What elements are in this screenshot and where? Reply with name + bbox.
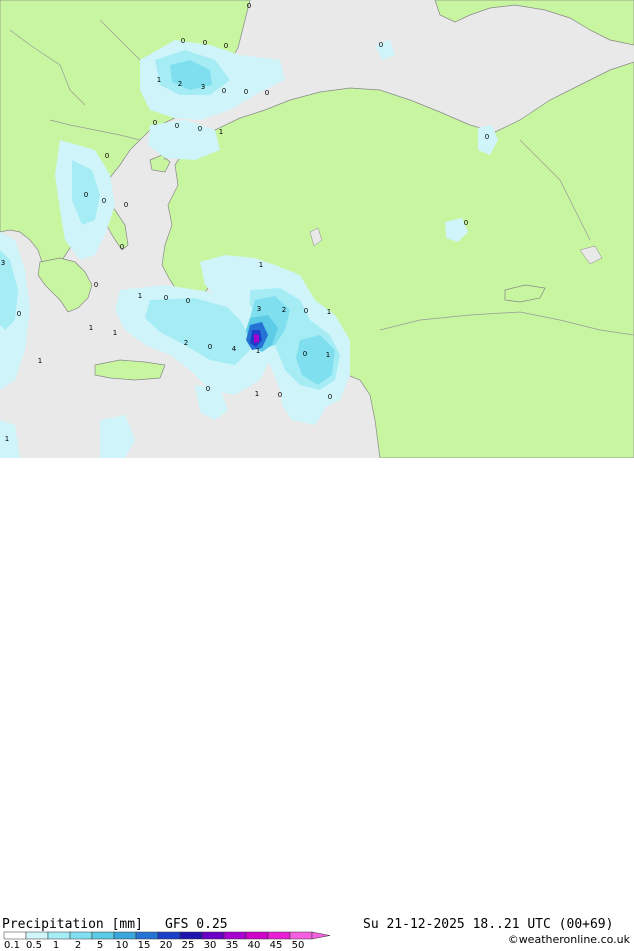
precip-value-label: 0	[102, 197, 106, 205]
precip-value-label: 1	[255, 390, 259, 398]
precip-value-label: 0	[244, 88, 248, 96]
precip-value-label: 1	[5, 435, 9, 443]
precip-value-label: 2	[178, 80, 182, 88]
legend-swatch	[69, 931, 93, 940]
precip-value-label: 0	[124, 201, 128, 209]
legend-tick-label: 2	[74, 940, 82, 951]
precip-value-label: 0	[485, 133, 489, 141]
precip-value-label: 0	[153, 119, 157, 127]
legend-tick-label: 45	[269, 940, 283, 951]
legend-tick-label: 30	[203, 940, 217, 951]
precip-value-label: 1	[113, 329, 117, 337]
precip-value-label: 1	[138, 292, 142, 300]
legend-tick-label: 25	[181, 940, 195, 951]
legend-swatch	[289, 931, 313, 940]
precip-value-label: 0	[303, 350, 307, 358]
legend-tick-label: 35	[225, 940, 239, 951]
legend-swatch	[113, 931, 137, 940]
legend-overflow-arrow	[311, 931, 331, 940]
legend-tick-label: 0.5	[26, 940, 42, 951]
precip-value-label: 0	[379, 41, 383, 49]
precip-value-label: 1	[326, 351, 330, 359]
precip-value-label: 0	[203, 39, 207, 47]
legend-tick-label: 0.1	[4, 940, 20, 951]
legend-tick-label: 5	[96, 940, 104, 951]
footer-bar: Precipitation [mm] GFS 0.25 Su 21-12-202…	[0, 458, 634, 951]
legend-tick-label: 1	[52, 940, 60, 951]
legend-swatch	[91, 931, 115, 940]
precip-value-label: 0	[84, 191, 88, 199]
precip-value-label: 0	[94, 281, 98, 289]
precip-value-label: 3	[257, 305, 261, 313]
precip-value-label: 1	[327, 308, 331, 316]
precip-value-label: 0	[105, 152, 109, 160]
precip-value-label: 0	[304, 307, 308, 315]
legend-swatch	[25, 931, 49, 940]
precip-value-label: 0	[17, 310, 21, 318]
legend-tick-label: 20	[159, 940, 173, 951]
legend-swatch	[267, 931, 291, 940]
precip-value-label: 0	[164, 294, 168, 302]
precip-value-label: 0	[247, 2, 251, 10]
precip-value-label: 0	[328, 393, 332, 401]
legend-swatch	[157, 931, 181, 940]
precip-value-label: 0	[222, 87, 226, 95]
precip-value-label: 0	[265, 89, 269, 97]
legend-swatch	[223, 931, 247, 940]
precip-value-label: 0	[208, 343, 212, 351]
precip-value-label: 0	[120, 243, 124, 251]
precip-value-label: 0	[224, 42, 228, 50]
precip-value-label: 2	[282, 306, 286, 314]
precip-value-label: 0	[186, 297, 190, 305]
precip-value-label: 1	[256, 347, 260, 355]
precip-value-label: 0	[198, 125, 202, 133]
precip-value-label: 1	[259, 261, 263, 269]
precip-value-label: 1	[38, 357, 42, 365]
footer-valid-time: Su 21-12-2025 18..21 UTC (00+69)	[363, 917, 614, 932]
legend-swatch	[3, 931, 27, 940]
footer-title: Precipitation [mm]	[2, 917, 143, 932]
precip-value-label: 4	[232, 345, 237, 353]
legend-tick-label: 10	[115, 940, 129, 951]
credit-link[interactable]: ©weatheronline.co.uk	[508, 933, 630, 946]
legend-tick-label: 15	[137, 940, 151, 951]
precip-value-label: 0	[278, 391, 282, 399]
legend-swatch	[245, 931, 269, 940]
precip-value-label: 1	[157, 76, 161, 84]
footer-model: GFS 0.25	[165, 917, 228, 932]
precip-value-label: 0	[181, 37, 185, 45]
legend-tick-label: 50	[291, 940, 305, 951]
legend-swatch	[135, 931, 159, 940]
precip-value-label: 2	[184, 339, 188, 347]
precip-value-label: 0	[464, 219, 468, 227]
legend-swatch	[201, 931, 225, 940]
legend-swatch	[47, 931, 71, 940]
precip-value-label: 1	[89, 324, 93, 332]
precip-value-label: 3	[1, 259, 5, 267]
precip-value-label: 0	[175, 122, 179, 130]
legend-swatch	[179, 931, 203, 940]
precipitation-map: 0 0 0 0 1 2 3 0 0 0 0 0 0 1 0 0 0 0 0 0 0 0 3 0 1 0 1 0 0 1 1 2 0 1 3 2 0 4 1 0…	[0, 0, 634, 458]
precip-value-label: 3	[201, 83, 205, 91]
legend-tick-label: 40	[247, 940, 261, 951]
precip-value-label: 1	[219, 128, 223, 136]
precip-value-label: 0	[206, 385, 210, 393]
